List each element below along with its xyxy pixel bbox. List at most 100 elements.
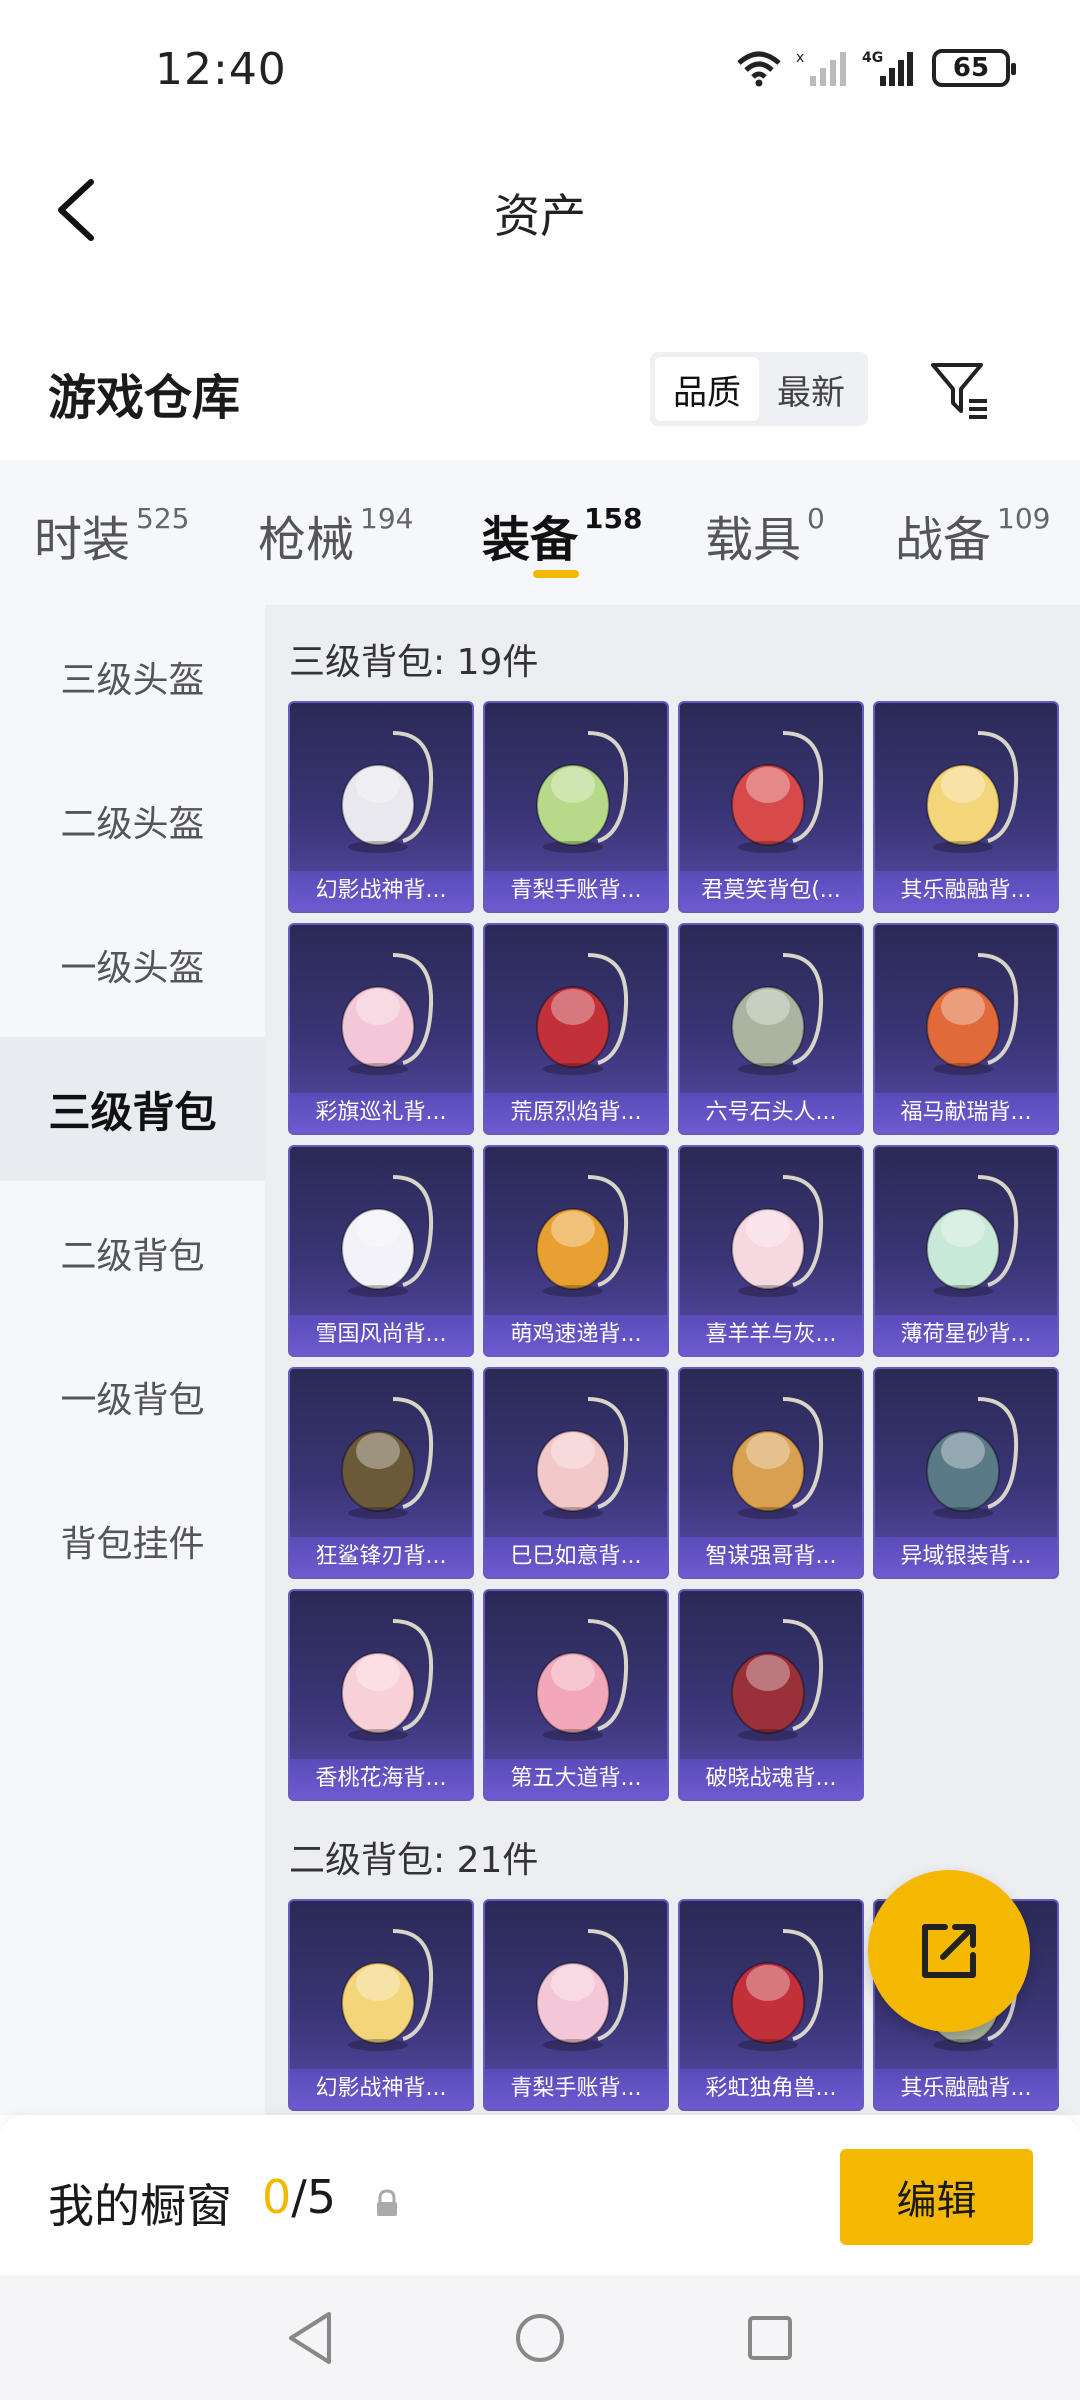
filter-icon [931, 363, 987, 419]
backpack-icon [926, 953, 1019, 1075]
triangle-back-icon [289, 2312, 331, 2364]
backpack-icon [536, 953, 629, 1075]
sort-by-newest-button[interactable]: 最新 [759, 357, 863, 421]
backpack-icon [341, 1929, 434, 2051]
showcase-count: 0/5 [262, 2170, 336, 2224]
battery-level: 65 [952, 53, 990, 83]
tab-count: 158 [584, 502, 643, 535]
wifi-icon [737, 51, 781, 87]
sidebar-item-level1-backpack[interactable]: 一级背包 [0, 1325, 265, 1469]
item-card[interactable]: 异域银装背... [873, 1367, 1059, 1579]
system-nav-bar [0, 2275, 1080, 2400]
sidebar-item-level2-helmet[interactable]: 二级头盔 [0, 749, 265, 893]
nav-back-button[interactable] [275, 2303, 345, 2373]
item-name: 异域银装背... [875, 1537, 1057, 1577]
item-card[interactable]: 彩旗巡礼背... [288, 923, 474, 1135]
backpack-icon [731, 731, 824, 853]
item-card[interactable]: 荒原烈焰背... [483, 923, 669, 1135]
item-name: 其乐融融背... [875, 2069, 1057, 2109]
tab-supplies[interactable]: 战备 109 [895, 500, 1050, 570]
sidebar-item-level3-backpack[interactable]: 三级背包 [0, 1037, 265, 1181]
tab-equipment[interactable]: 装备 158 [482, 500, 642, 570]
backpack-icon [926, 731, 1019, 853]
item-name: 巳巳如意背... [485, 1537, 667, 1577]
page-header: 资产 [0, 150, 1080, 270]
tab-fashion[interactable]: 时装 525 [34, 500, 189, 570]
item-card[interactable]: 智谋强哥背... [678, 1367, 864, 1579]
item-name: 君莫笑背包(... [680, 871, 862, 911]
backpack-icon [536, 1619, 629, 1741]
item-card[interactable]: 薄荷星砂背... [873, 1145, 1059, 1357]
subcategory-sidebar: 三级头盔 二级头盔 一级头盔 三级背包 二级背包 一级背包 背包挂件 [0, 605, 265, 2115]
item-card[interactable]: 其乐融融背... [873, 701, 1059, 913]
item-card[interactable]: 幻影战神背... [288, 1899, 474, 2111]
item-name: 彩虹独角兽... [680, 2069, 862, 2109]
item-card[interactable]: 青梨手账背... [483, 1899, 669, 2111]
backpack-icon [536, 1175, 629, 1297]
section-title-level2-backpack: 二级背包: 21件 [289, 1840, 539, 1881]
item-name: 幻影战神背... [290, 2069, 472, 2109]
tab-label: 枪械 [258, 512, 355, 568]
item-card[interactable]: 香桃花海背... [288, 1589, 474, 1801]
backpack-icon [731, 1175, 824, 1297]
tab-firearms[interactable]: 枪械 194 [258, 500, 413, 570]
tab-vehicles[interactable]: 载具 0 [705, 500, 825, 570]
item-card[interactable]: 萌鸡速递背... [483, 1145, 669, 1357]
backpack-icon [731, 1397, 824, 1519]
item-card[interactable]: 第五大道背... [483, 1589, 669, 1801]
sort-toggle: 品质 最新 [650, 352, 868, 426]
backpack-icon [341, 1397, 434, 1519]
item-name: 青梨手账背... [485, 2069, 667, 2109]
active-tab-indicator [533, 570, 579, 578]
item-name: 香桃花海背... [290, 1759, 472, 1799]
backpack-icon [341, 1175, 434, 1297]
item-grid-level3: 幻影战神背... 青梨手账背... 君莫笑背包(... 其乐融融背... 彩旗巡礼背..… [288, 701, 1078, 1801]
item-card[interactable]: 巳巳如意背... [483, 1367, 669, 1579]
share-button[interactable] [868, 1870, 1030, 2032]
nav-recents-button[interactable] [735, 2303, 805, 2373]
status-bar: 12:40 x 4G 65 [0, 0, 1080, 140]
nav-home-button[interactable] [505, 2303, 575, 2373]
item-card[interactable]: 君莫笑背包(... [678, 701, 864, 913]
item-card[interactable]: 狂鲨锋刃背... [288, 1367, 474, 1579]
showcase-bar: 我的橱窗 0/5 编辑 [0, 2115, 1080, 2275]
status-time: 12:40 [155, 44, 287, 95]
signal-4g-icon: 4G [862, 50, 913, 86]
external-share-icon [922, 1924, 976, 1978]
backpack-icon [926, 1397, 1019, 1519]
edit-button[interactable]: 编辑 [840, 2149, 1033, 2245]
filter-button[interactable] [920, 350, 1000, 430]
sidebar-item-level2-backpack[interactable]: 二级背包 [0, 1181, 265, 1325]
item-card[interactable]: 福马献瑞背... [873, 923, 1059, 1135]
item-name: 薄荷星砂背... [875, 1315, 1057, 1355]
item-name: 其乐融融背... [875, 871, 1057, 911]
item-card[interactable]: 六号石头人... [678, 923, 864, 1135]
backpack-icon [731, 953, 824, 1075]
tab-label: 装备 [482, 512, 579, 568]
item-name: 彩旗巡礼背... [290, 1093, 472, 1133]
battery-indicator: 65 [932, 49, 1016, 87]
sidebar-item-backpack-pendant[interactable]: 背包挂件 [0, 1469, 265, 1613]
item-name: 喜羊羊与灰... [680, 1315, 862, 1355]
lock-icon [377, 2189, 397, 2216]
signal-no-sim-icon: x [796, 50, 846, 86]
backpack-icon [536, 1397, 629, 1519]
sidebar-item-level1-helmet[interactable]: 一级头盔 [0, 893, 265, 1037]
item-card[interactable]: 喜羊羊与灰... [678, 1145, 864, 1357]
warehouse-title: 游戏仓库 [48, 370, 241, 426]
item-card[interactable]: 幻影战神背... [288, 701, 474, 913]
section-title-level3-backpack: 三级背包: 19件 [289, 642, 539, 683]
tab-count: 194 [360, 502, 414, 535]
item-card[interactable]: 彩虹独角兽... [678, 1899, 864, 2111]
svg-text:4G: 4G [862, 50, 883, 66]
item-name: 萌鸡速递背... [485, 1315, 667, 1355]
tab-count: 0 [807, 502, 825, 535]
sidebar-item-level3-helmet[interactable]: 三级头盔 [0, 605, 265, 749]
item-card[interactable]: 破晓战魂背... [678, 1589, 864, 1801]
warehouse-row: 游戏仓库 品质 最新 [0, 330, 1080, 450]
item-card[interactable]: 青梨手账背... [483, 701, 669, 913]
item-card[interactable]: 雪国风尚背... [288, 1145, 474, 1357]
sort-by-quality-button[interactable]: 品质 [655, 357, 759, 421]
item-name: 第五大道背... [485, 1759, 667, 1799]
svg-text:x: x [796, 50, 804, 66]
